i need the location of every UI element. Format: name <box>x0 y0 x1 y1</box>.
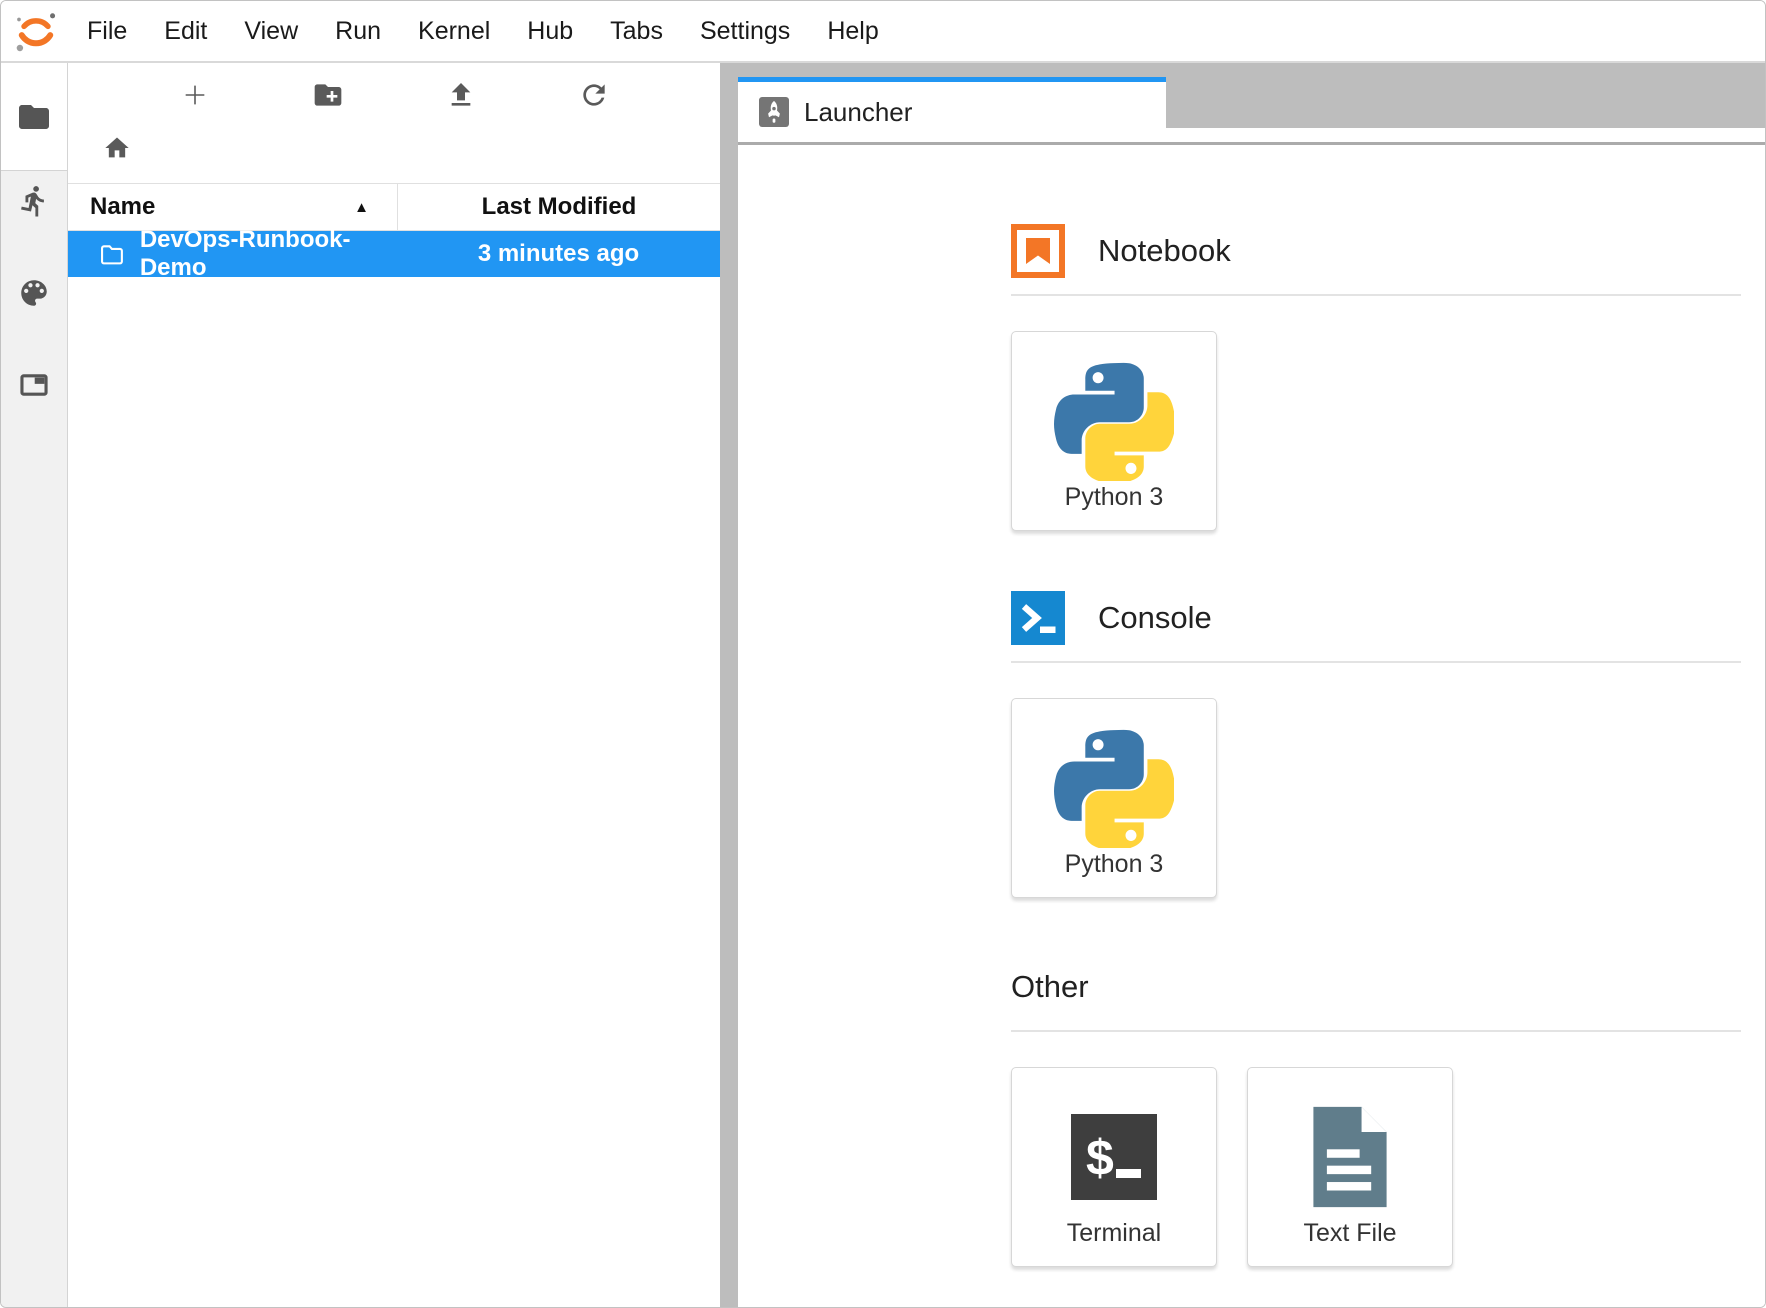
main-dock-panel: Launcher Notebook Python 3 Console Pytho… <box>738 63 1765 1307</box>
name-column-label: Name <box>90 193 155 221</box>
python-logo <box>1054 361 1174 481</box>
python-logo <box>1054 728 1174 848</box>
sidebar-tabs <box>1 171 67 415</box>
file-browser-panel: Name ▲ Last Modified DevOps-Runbook-Demo… <box>68 63 720 1307</box>
file-last-modified: 3 minutes ago <box>397 240 720 268</box>
section-divider <box>1011 294 1741 296</box>
card-label: Text File <box>1303 1219 1396 1248</box>
console-icon <box>1011 591 1065 645</box>
sidebar-tab-running[interactable] <box>1 171 67 231</box>
folder-icon <box>16 99 52 135</box>
window-icon <box>17 368 51 402</box>
menu-item-tabs[interactable]: Tabs <box>610 17 663 46</box>
section-divider <box>1011 661 1741 663</box>
launcher-rocket-icon <box>759 97 789 127</box>
file-name: DevOps-Runbook-Demo <box>140 226 397 282</box>
section-title-other: Other <box>1011 969 1089 1005</box>
terminal-icon: $ <box>1071 1094 1157 1219</box>
launcher-card-python-3[interactable]: Python 3 <box>1011 698 1217 898</box>
console-icon <box>1011 591 1065 645</box>
menu-item-edit[interactable]: Edit <box>164 17 207 46</box>
section-title-console: Console <box>1098 600 1212 636</box>
refresh-icon <box>578 79 610 111</box>
python-logo <box>1054 358 1174 483</box>
menu-item-view[interactable]: View <box>244 17 298 46</box>
tab-launcher-label: Launcher <box>804 97 912 128</box>
launcher-section-notebook: Notebook Python 3 <box>1011 224 1741 531</box>
menu-item-kernel[interactable]: Kernel <box>418 17 490 46</box>
plus-icon <box>179 79 211 111</box>
new-folder-icon <box>312 79 344 111</box>
notebook-icon <box>1011 224 1065 278</box>
folder-outline-icon <box>98 239 126 269</box>
svg-text:$: $ <box>1086 1130 1114 1186</box>
launcher-cards-other: $ Terminal Text File <box>1011 1067 1741 1267</box>
launcher-card-terminal[interactable]: $ Terminal <box>1011 1067 1217 1267</box>
new-folder-button[interactable] <box>307 74 349 116</box>
sidebar-tab-files[interactable] <box>1 63 67 171</box>
home-icon <box>103 134 131 162</box>
launcher-cards-console: Python 3 <box>1011 698 1741 898</box>
text-file-icon <box>1307 1105 1393 1209</box>
launcher-section-header-other: Other <box>1011 960 1741 1014</box>
file-row-name-cell: DevOps-Runbook-Demo <box>68 226 397 282</box>
launcher-card-python-3[interactable]: Python 3 <box>1011 331 1217 531</box>
sidebar-tab-commands[interactable] <box>1 263 67 323</box>
file-list-header: Name ▲ Last Modified <box>68 183 720 231</box>
launcher-section-console: Console Python 3 <box>1011 591 1741 898</box>
launcher-panel: Notebook Python 3 Console Python 3 Other … <box>738 142 1765 1307</box>
workspace: Name ▲ Last Modified DevOps-Runbook-Demo… <box>1 63 1765 1307</box>
sort-caret-up-icon: ▲ <box>354 199 369 216</box>
palette-icon <box>17 276 51 310</box>
launcher-cards-notebook: Python 3 <box>1011 331 1741 531</box>
refresh-button[interactable] <box>573 74 615 116</box>
terminal-icon: $ <box>1071 1114 1157 1200</box>
breadcrumb <box>68 127 720 169</box>
upload-button[interactable] <box>440 74 482 116</box>
menu-item-help[interactable]: Help <box>827 17 878 46</box>
menu-items: File Edit View Run Kernel Hub Tabs Settings Help <box>87 17 879 46</box>
last-modified-column-label: Last Modified <box>482 193 637 221</box>
file-list: DevOps-Runbook-Demo3 minutes ago <box>68 231 720 277</box>
launcher-section-other: Other $ Terminal Text File <box>1011 960 1741 1267</box>
notebook-icon <box>1011 224 1065 278</box>
upload-icon <box>445 79 477 111</box>
jupyterlab-window: File Edit View Run Kernel Hub Tabs Settings Help… <box>0 0 1766 1308</box>
python-logo <box>1054 725 1174 850</box>
panel-splitter[interactable] <box>720 63 738 1307</box>
menu-item-run[interactable]: Run <box>335 17 381 46</box>
section-divider <box>1011 1030 1741 1032</box>
column-header-last-modified[interactable]: Last Modified <box>397 184 720 230</box>
launcher-section-header-console: Console <box>1011 591 1741 645</box>
menu-item-hub[interactable]: Hub <box>527 17 573 46</box>
menu-item-settings[interactable]: Settings <box>700 17 790 46</box>
file-browser-toolbar <box>68 63 720 127</box>
jupyter-logo-icon <box>13 8 59 54</box>
tab-bar: Launcher <box>738 63 1765 142</box>
file-row[interactable]: DevOps-Runbook-Demo3 minutes ago <box>68 231 720 277</box>
card-label: Python 3 <box>1065 483 1164 512</box>
running-man-icon <box>17 184 51 218</box>
launcher-rocket-icon <box>759 97 789 127</box>
column-header-name[interactable]: Name ▲ <box>68 184 397 230</box>
new-launcher-button[interactable] <box>174 74 216 116</box>
card-label: Terminal <box>1067 1219 1161 1248</box>
card-label: Python 3 <box>1065 850 1164 879</box>
menu-item-file[interactable]: File <box>87 17 127 46</box>
launcher-section-header-notebook: Notebook <box>1011 224 1741 278</box>
menu-bar: File Edit View Run Kernel Hub Tabs Settings Help <box>1 1 1765 63</box>
section-title-notebook: Notebook <box>1098 233 1231 269</box>
activity-bar <box>1 63 68 1307</box>
text-file-icon <box>1307 1094 1393 1219</box>
tab-launcher[interactable]: Launcher <box>738 77 1166 142</box>
launcher-card-text-file[interactable]: Text File <box>1247 1067 1453 1267</box>
sidebar-tab-tabs[interactable] <box>1 355 67 415</box>
jupyter-logo <box>13 8 59 54</box>
home-breadcrumb[interactable] <box>96 127 138 169</box>
